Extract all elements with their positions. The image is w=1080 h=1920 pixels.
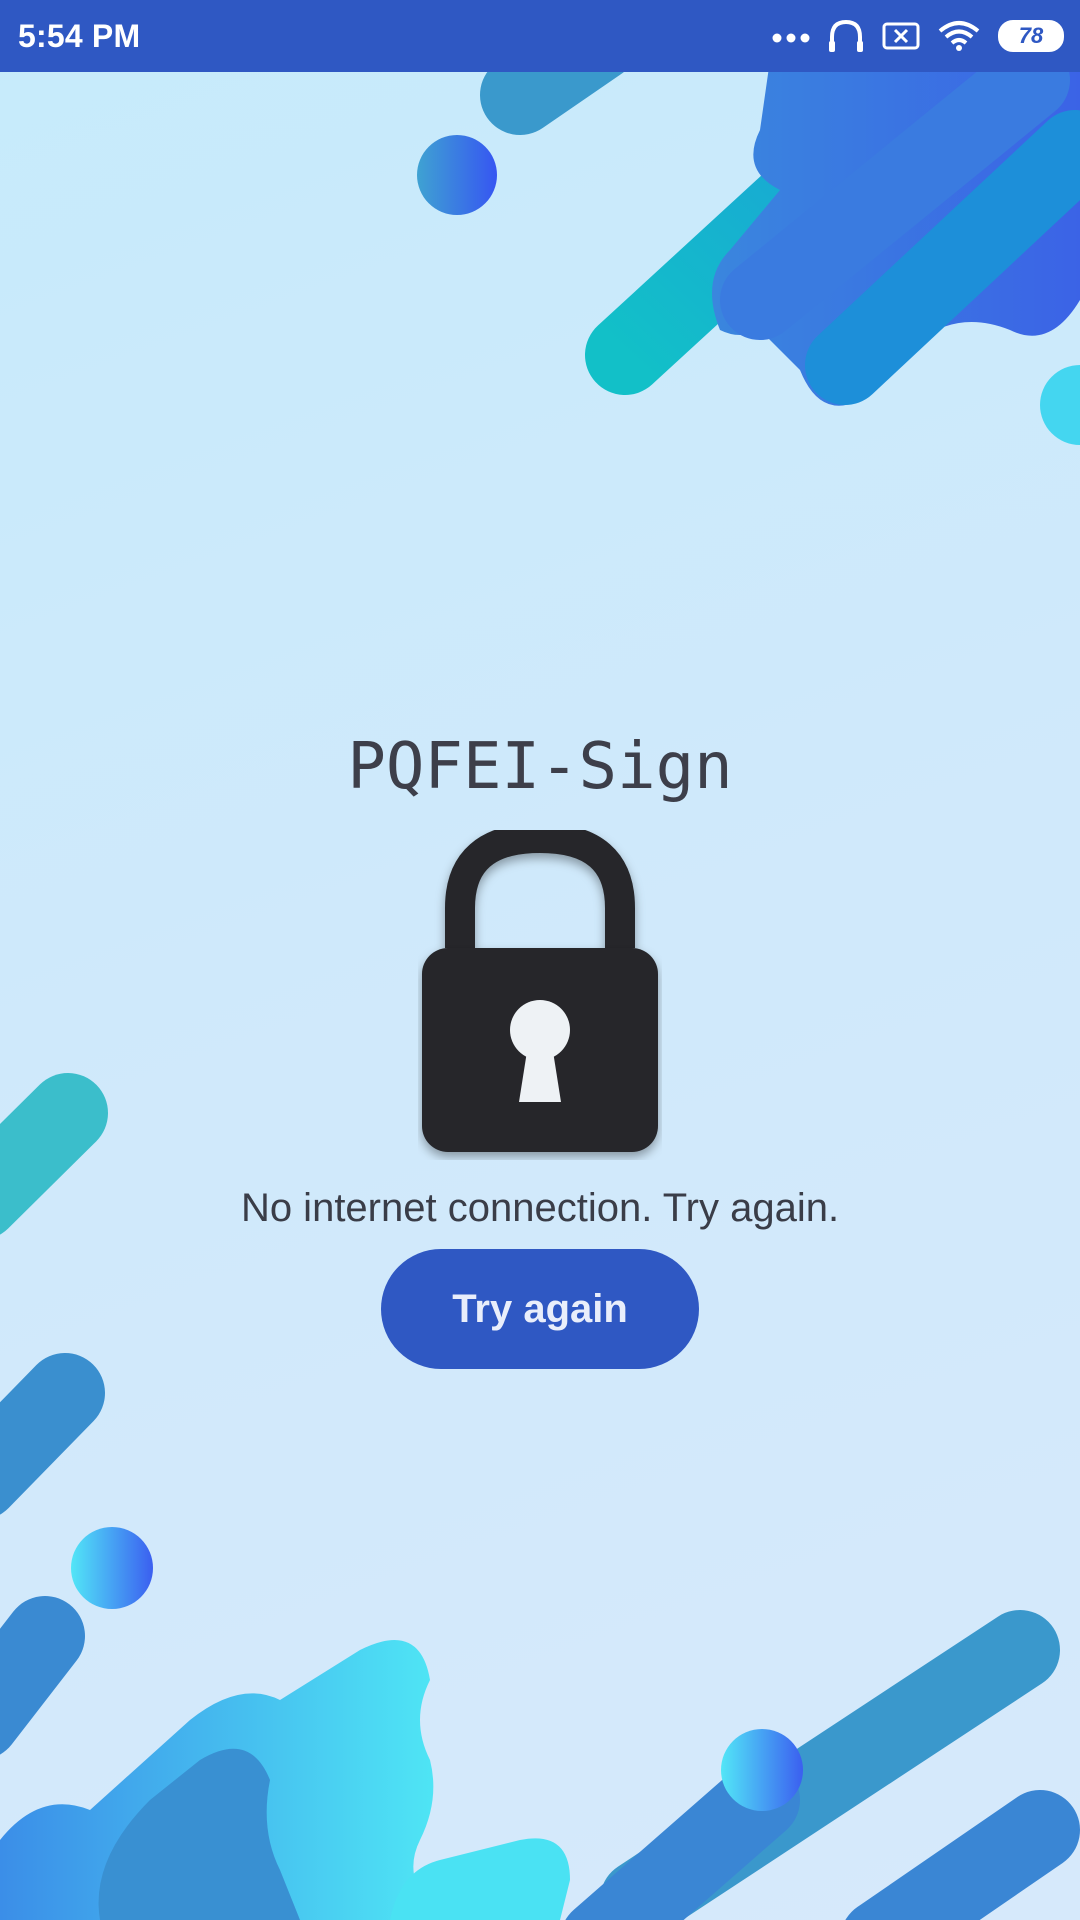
padlock-icon <box>418 822 662 1160</box>
wifi-icon <box>938 21 980 51</box>
battery-icon: 78 <box>998 20 1064 52</box>
no-sim-icon <box>882 22 920 50</box>
status-time: 5:54 PM <box>18 18 141 54</box>
status-icons: 78 <box>772 0 1064 72</box>
no-connection-screen: PQFEI-Sign No internet connection. Try a… <box>0 0 1080 1920</box>
battery-level: 78 <box>1018 23 1044 48</box>
status-bar: 5:54 PM 78 <box>0 0 1080 72</box>
more-dots-icon <box>772 33 810 43</box>
no-connection-message: No internet connection. Try again. <box>240 1186 840 1230</box>
headphones-icon <box>829 19 863 52</box>
try-again-button[interactable]: Try again <box>381 1249 699 1369</box>
app-title: PQFEI-Sign <box>347 730 733 804</box>
